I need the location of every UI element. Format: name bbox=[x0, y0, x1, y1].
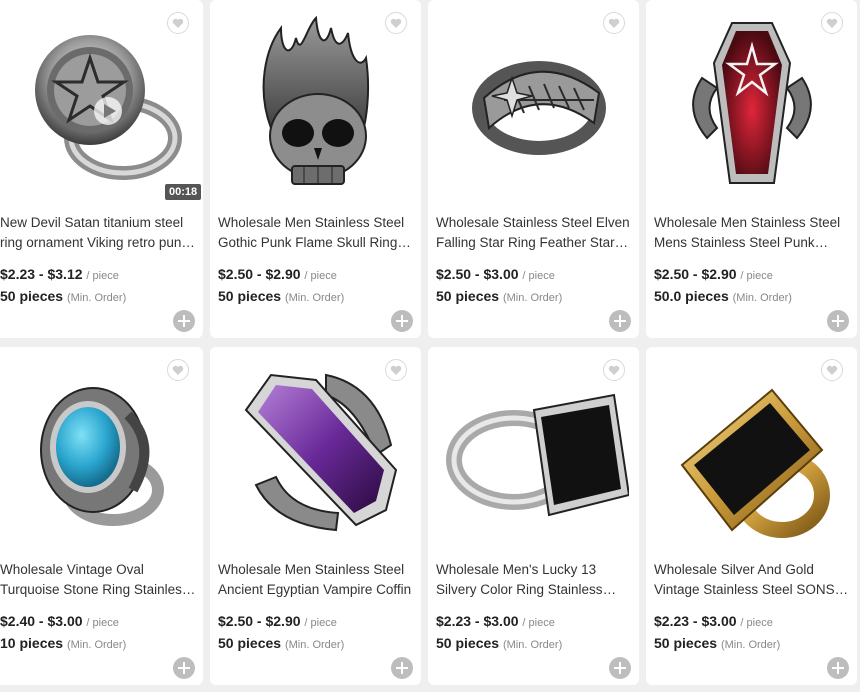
favorite-heart-icon[interactable] bbox=[821, 12, 843, 34]
product-price: $2.23 - $3.00 / piece bbox=[436, 613, 555, 629]
favorite-heart-icon[interactable] bbox=[385, 12, 407, 34]
product-min-order: 50 pieces (Min. Order) bbox=[218, 288, 345, 304]
product-price: $2.50 - $2.90 / piece bbox=[654, 266, 773, 282]
product-card[interactable]: Wholesale Silver And Gold Vintage Stainl… bbox=[646, 347, 857, 685]
add-plus-icon[interactable] bbox=[827, 310, 849, 332]
product-min-order: 50 pieces (Min. Order) bbox=[436, 635, 563, 651]
favorite-heart-icon[interactable] bbox=[603, 359, 625, 381]
feather-star-ring-image bbox=[471, 60, 606, 155]
product-image[interactable] bbox=[436, 0, 631, 205]
product-card[interactable]: Wholesale Men Stainless Steel Mens Stain… bbox=[646, 0, 857, 338]
video-duration-badge: 00:18 bbox=[165, 184, 202, 200]
product-title[interactable]: Wholesale Vintage Oval Turquoise Stone R… bbox=[0, 560, 196, 600]
product-card[interactable]: Wholesale Men's Lucky 13 Silvery Color R… bbox=[428, 347, 639, 685]
product-image[interactable] bbox=[654, 347, 849, 552]
favorite-heart-icon[interactable] bbox=[167, 12, 189, 34]
add-plus-icon[interactable] bbox=[609, 310, 631, 332]
add-plus-icon[interactable] bbox=[609, 657, 631, 679]
product-title[interactable]: Wholesale Men Stainless Steel Mens Stain… bbox=[654, 213, 850, 253]
lucky-13-ring-image bbox=[445, 393, 629, 516]
product-card[interactable]: Wholesale Vintage Oval Turquoise Stone R… bbox=[0, 347, 203, 685]
favorite-heart-icon[interactable] bbox=[167, 359, 189, 381]
product-grid: 00:18 New Devil Satan titanium steel rin… bbox=[0, 0, 857, 685]
purple-coffin-ring-image bbox=[244, 373, 397, 531]
product-title[interactable]: Wholesale Stainless Steel Elven Falling … bbox=[436, 213, 632, 253]
product-price: $2.50 - $2.90 / piece bbox=[218, 266, 337, 282]
favorite-heart-icon[interactable] bbox=[385, 359, 407, 381]
product-title[interactable]: Wholesale Men Stainless Steel Gothic Pun… bbox=[218, 213, 414, 253]
product-title[interactable]: New Devil Satan titanium steel ring orna… bbox=[0, 213, 196, 253]
add-plus-icon[interactable] bbox=[173, 657, 195, 679]
favorite-heart-icon[interactable] bbox=[603, 12, 625, 34]
product-min-order: 50 pieces (Min. Order) bbox=[218, 635, 345, 651]
product-image[interactable] bbox=[218, 0, 413, 205]
favorite-heart-icon[interactable] bbox=[821, 359, 843, 381]
so-gold-ring-image bbox=[680, 388, 830, 538]
product-title[interactable]: Wholesale Men's Lucky 13 Silvery Color R… bbox=[436, 560, 632, 600]
product-card[interactable]: 00:18 New Devil Satan titanium steel rin… bbox=[0, 0, 203, 338]
red-coffin-ring-image bbox=[691, 21, 812, 184]
product-price: $2.40 - $3.00 / piece bbox=[0, 613, 119, 629]
add-plus-icon[interactable] bbox=[391, 310, 413, 332]
product-image[interactable] bbox=[654, 0, 849, 205]
product-min-order: 50 pieces (Min. Order) bbox=[654, 635, 781, 651]
product-image[interactable] bbox=[436, 347, 631, 552]
product-price: $2.50 - $3.00 / piece bbox=[436, 266, 555, 282]
product-title[interactable]: Wholesale Men Stainless Steel Ancient Eg… bbox=[218, 560, 414, 600]
product-price: $2.23 - $3.00 / piece bbox=[654, 613, 773, 629]
pentagram-ring-image bbox=[34, 34, 182, 180]
product-title[interactable]: Wholesale Silver And Gold Vintage Stainl… bbox=[654, 560, 850, 600]
add-plus-icon[interactable] bbox=[827, 657, 849, 679]
product-card[interactable]: Wholesale Men Stainless Steel Gothic Pun… bbox=[210, 0, 421, 338]
product-card[interactable]: Wholesale Stainless Steel Elven Falling … bbox=[428, 0, 639, 338]
product-min-order: 50.0 pieces (Min. Order) bbox=[654, 288, 792, 304]
product-image[interactable] bbox=[0, 0, 195, 205]
product-price: $2.50 - $2.90 / piece bbox=[218, 613, 337, 629]
add-plus-icon[interactable] bbox=[391, 657, 413, 679]
flame-skull-ring-image bbox=[262, 15, 369, 185]
product-min-order: 50 pieces (Min. Order) bbox=[0, 288, 127, 304]
product-image[interactable] bbox=[218, 347, 413, 552]
product-min-order: 50 pieces (Min. Order) bbox=[436, 288, 563, 304]
add-plus-icon[interactable] bbox=[173, 310, 195, 332]
product-price: $2.23 - $3.12 / piece bbox=[0, 266, 119, 282]
turquoise-ring-image bbox=[39, 386, 164, 526]
product-image[interactable] bbox=[0, 347, 195, 552]
product-card[interactable]: Wholesale Men Stainless Steel Ancient Eg… bbox=[210, 347, 421, 685]
product-min-order: 10 pieces (Min. Order) bbox=[0, 635, 127, 651]
